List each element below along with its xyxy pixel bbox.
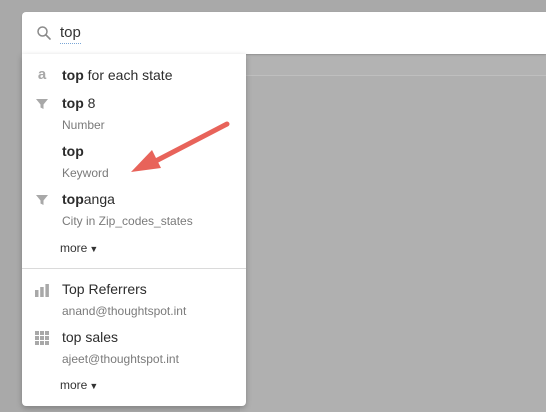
table-grid-icon [35, 331, 49, 345]
suggestions-dropdown: a top for each state top 8 Number top Ke… [22, 54, 246, 406]
suggestion-subtitle: Number [62, 118, 105, 132]
background-pane [240, 55, 546, 412]
filter-icon [36, 99, 48, 109]
more-label: more [60, 378, 88, 392]
saved-answer-title: Top Referrers [62, 281, 147, 297]
filter-icon [36, 195, 48, 205]
suggestion-item[interactable]: top 8 Number [22, 94, 246, 134]
more-label: more [60, 241, 88, 255]
chevron-down-icon: ▼ [89, 244, 99, 254]
divider [22, 268, 246, 269]
saved-answer-item[interactable]: Top Referrers anand@thoughtspot.int [22, 280, 246, 320]
suggestion-item[interactable]: top Keyword [22, 142, 246, 182]
saved-answer-title: top sales [62, 329, 119, 345]
suggestion-item[interactable]: a top for each state [22, 66, 246, 86]
bar-chart-icon [35, 284, 49, 297]
suggestion-subtitle: City in Zip_codes_states [62, 214, 193, 228]
saved-answer-item[interactable]: top sales ajeet@thoughtspot.int [22, 328, 246, 368]
background-header-strip [240, 55, 546, 76]
chevron-down-icon: ▼ [89, 381, 99, 391]
suggestion-title: topanga [62, 191, 115, 207]
saved-answer-author: ajeet@thoughtspot.int [62, 352, 179, 366]
more-saved-link[interactable]: more ▼ [60, 378, 98, 392]
suggestion-item[interactable]: topanga City in Zip_codes_states [22, 190, 246, 230]
answer-a-icon: a [37, 66, 47, 83]
search-input[interactable]: top [60, 24, 81, 44]
suggestion-title: top [62, 143, 84, 159]
suggestion-title: top for each state [62, 67, 173, 83]
suggestion-subtitle: Keyword [62, 166, 109, 180]
search-bar[interactable]: top [22, 12, 546, 54]
saved-answer-author: anand@thoughtspot.int [62, 304, 187, 318]
search-icon [37, 26, 51, 40]
suggestion-title: top 8 [62, 95, 96, 111]
more-suggestions-link[interactable]: more ▼ [60, 241, 98, 255]
